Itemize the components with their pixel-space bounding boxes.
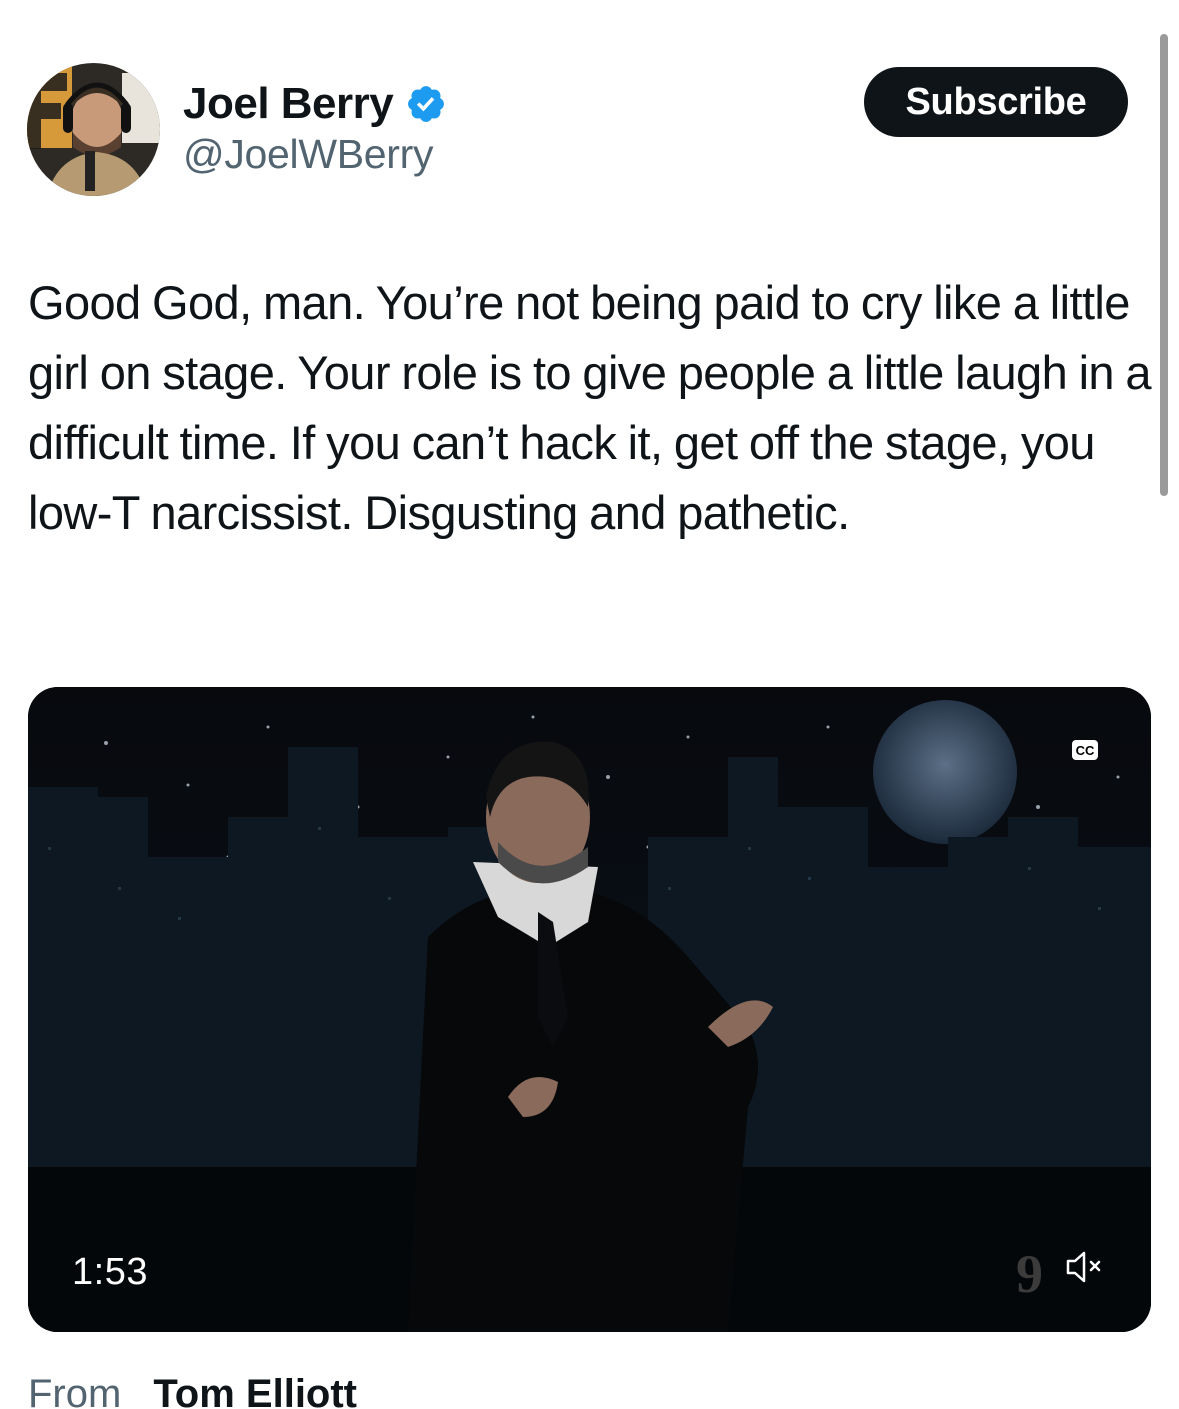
- video-attribution: From Tom Elliott: [28, 1372, 357, 1409]
- closed-captions-button[interactable]: CC: [1072, 740, 1098, 760]
- video-duration: 1:53: [72, 1251, 148, 1293]
- speaker-muted-icon[interactable]: [1064, 1249, 1104, 1285]
- video-thumbnail: [28, 687, 1151, 1332]
- author-display-name[interactable]: Joel Berry: [183, 79, 394, 129]
- tweet-text: Good God, man. You’re not being paid to …: [28, 276, 1152, 539]
- author-name-row[interactable]: Joel Berry: [183, 76, 447, 132]
- subscribe-button[interactable]: Subscribe: [864, 67, 1128, 137]
- video-player[interactable]: CC 1:53 9: [28, 687, 1151, 1332]
- verified-badge-icon: [408, 86, 445, 122]
- network-logo: 9: [1016, 1244, 1043, 1304]
- from-label: From: [28, 1372, 122, 1409]
- scrollbar[interactable]: [1160, 34, 1168, 496]
- avatar[interactable]: [27, 63, 160, 196]
- avatar-photo: [27, 63, 160, 196]
- author-handle[interactable]: @JoelWBerry: [183, 131, 433, 178]
- from-author-link[interactable]: Tom Elliott: [153, 1372, 357, 1409]
